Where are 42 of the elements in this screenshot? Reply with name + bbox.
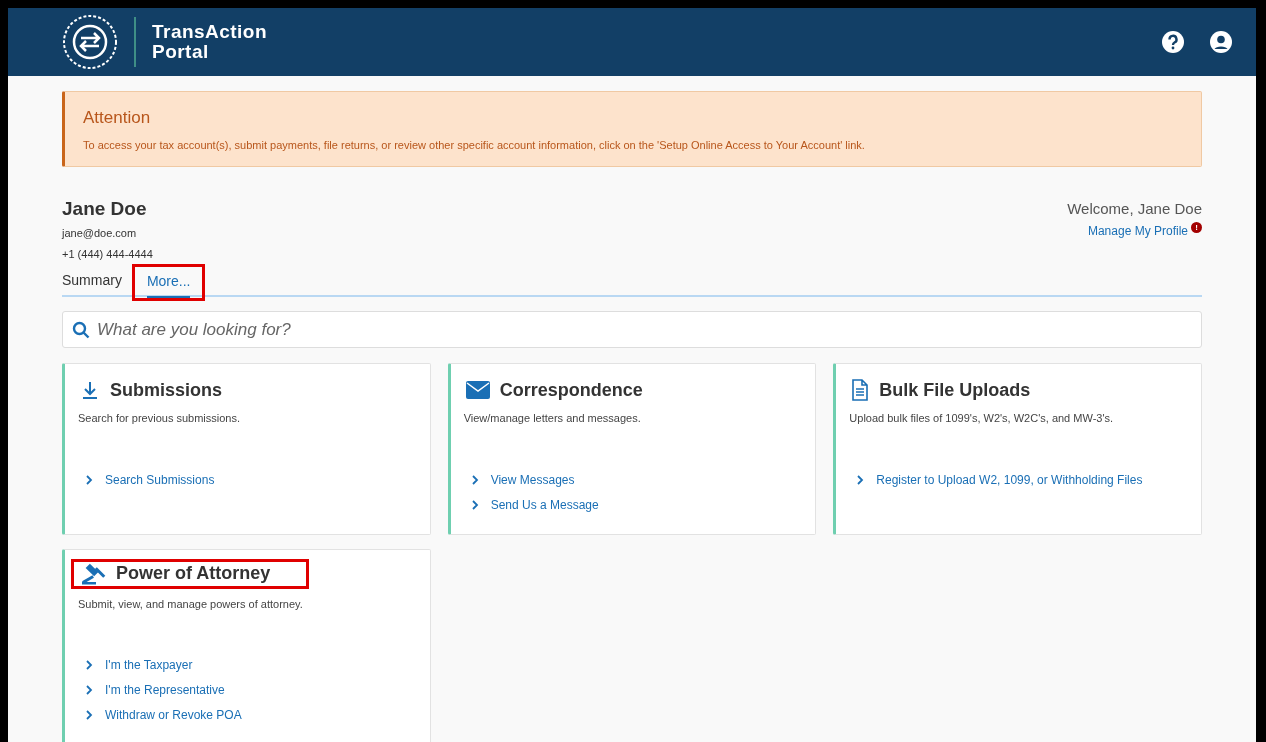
gavel-icon xyxy=(80,562,106,585)
tab[interactable]: Summary xyxy=(62,270,122,297)
card-title: Bulk File Uploads xyxy=(879,378,1031,402)
card-link[interactable]: I'm the Taxpayer xyxy=(105,656,193,674)
portal-title: TransAction xyxy=(152,22,268,42)
manage-profile-link[interactable]: Manage My Profile xyxy=(1087,222,1188,240)
alert-message: To access your tax account(s), submit payments, file returns, or review other specific account information, click on the 'Setup Online Access to Your Account' link. xyxy=(83,138,866,153)
chevron-icon xyxy=(857,474,865,485)
card-link[interactable]: Search Submissions xyxy=(105,470,215,489)
chevron-icon xyxy=(471,499,479,510)
envelope-icon xyxy=(465,381,490,399)
user-email: jane@doe.com xyxy=(62,226,138,241)
welcome-text: Welcome, Jane Doe xyxy=(1067,199,1202,219)
chevron-icon xyxy=(86,685,93,695)
card-description: View/manage letters and messages. xyxy=(463,411,642,426)
chevron-icon xyxy=(86,660,93,670)
card-title: Power of Attorney xyxy=(116,562,271,585)
user-icon[interactable] xyxy=(1210,31,1232,53)
card-description: Search for previous submissions. xyxy=(78,411,241,426)
card-link[interactable]: Register to Upload W2, 1099, or Withholding Files xyxy=(876,470,1143,489)
card-link[interactable]: Withdraw or Revoke POA xyxy=(105,706,242,724)
document-icon xyxy=(851,379,870,401)
chevron-icon xyxy=(471,474,479,485)
card-description: Submit, view, and manage powers of attorney. xyxy=(78,596,304,612)
search-icon xyxy=(72,321,90,339)
card-link[interactable]: View Messages xyxy=(490,470,575,489)
download-icon xyxy=(80,380,100,400)
help-icon[interactable] xyxy=(1162,31,1184,53)
chevron-icon xyxy=(86,710,93,720)
card-title: Submissions xyxy=(110,378,223,402)
card-link[interactable]: I'm the Representative xyxy=(105,681,225,699)
alert-title: Attention xyxy=(83,108,152,128)
card-link[interactable]: Send Us a Message xyxy=(490,495,599,514)
logo-icon xyxy=(62,14,118,70)
search-field[interactable]: What are you looking for? xyxy=(62,311,1202,348)
card-description: Upload bulk files of 1099's, W2's, W2C's, and MW-3's. xyxy=(849,411,1115,426)
user-phone: +1 (444) 444-4444 xyxy=(62,246,153,262)
card-title: Correspondence xyxy=(499,378,643,402)
notification-badge: ! xyxy=(1191,222,1202,233)
portal-title: Portal xyxy=(152,42,210,62)
user-name: Jane Doe xyxy=(62,197,148,221)
chevron-icon xyxy=(86,474,93,485)
